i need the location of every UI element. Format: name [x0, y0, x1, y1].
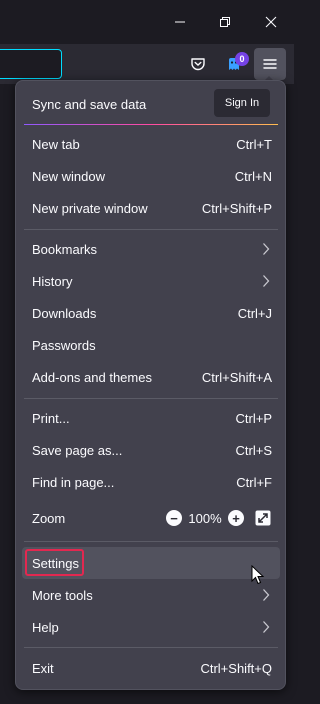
menu-item-print[interactable]: Print... Ctrl+P	[22, 402, 280, 434]
menu-item-label: Downloads	[32, 305, 97, 321]
zoom-reset-button[interactable]: 100%	[182, 511, 228, 526]
zoom-label: Zoom	[32, 510, 66, 526]
navigation-toolbar: 0	[0, 44, 294, 84]
chevron-right-icon	[263, 589, 270, 601]
menu-item-history[interactable]: History	[22, 265, 280, 297]
menu-item-new-private-window[interactable]: New private window Ctrl+Shift+P	[22, 192, 280, 224]
extension-badge: 0	[235, 52, 249, 66]
menu-item-downloads[interactable]: Downloads Ctrl+J	[22, 297, 280, 329]
title-bar	[0, 0, 294, 44]
menu-item-label: Save page as...	[32, 442, 123, 458]
menu-item-shortcut: Ctrl+F	[236, 474, 272, 490]
menu-item-find-in-page[interactable]: Find in page... Ctrl+F	[22, 466, 280, 498]
restore-icon	[220, 17, 230, 27]
chevron-right-icon	[263, 621, 270, 633]
menu-item-help[interactable]: Help	[22, 611, 280, 643]
sync-divider	[24, 124, 278, 125]
menu-item-shortcut: Ctrl+N	[234, 168, 272, 184]
menu-item-label: Bookmarks	[32, 241, 98, 257]
zoom-controls: − 100% +	[166, 506, 272, 530]
minimize-icon	[175, 21, 185, 23]
menu-item-new-tab[interactable]: New tab Ctrl+T	[22, 128, 280, 160]
menu-item-shortcut: Ctrl+J	[237, 305, 272, 321]
menu-item-new-window[interactable]: New window Ctrl+N	[22, 160, 280, 192]
menu-item-label: History	[32, 273, 73, 289]
sign-in-button[interactable]: Sign In	[214, 89, 270, 117]
sync-label: Sync and save data	[32, 96, 147, 112]
menu-item-label: Exit	[32, 660, 54, 676]
menu-item-shortcut: Ctrl+P	[235, 410, 272, 426]
minimize-button[interactable]	[157, 0, 203, 44]
restore-button[interactable]	[202, 0, 248, 44]
menu-item-exit[interactable]: Exit Ctrl+Shift+Q	[22, 652, 280, 684]
hamburger-menu-icon	[263, 59, 277, 69]
menu-item-label: Passwords	[32, 337, 96, 353]
menu-item-label: New private window	[32, 200, 148, 216]
menu-separator	[24, 647, 278, 648]
menu-item-zoom: Zoom − 100% +	[22, 502, 280, 534]
mouse-cursor-icon	[251, 565, 265, 585]
menu-item-label: Add-ons and themes	[32, 369, 152, 385]
chevron-right-icon	[263, 243, 270, 255]
chevron-right-icon	[263, 275, 270, 287]
settings-highlight-outline	[25, 549, 84, 576]
menu-item-label: New tab	[32, 136, 80, 152]
close-icon	[265, 16, 277, 28]
menu-item-label: Help	[32, 619, 59, 635]
menu-item-addons-themes[interactable]: Add-ons and themes Ctrl+Shift+A	[22, 361, 280, 393]
menu-item-passwords[interactable]: Passwords	[22, 329, 280, 361]
menu-item-more-tools[interactable]: More tools	[22, 579, 280, 611]
sync-row: Sync and save data Sign In	[16, 87, 285, 121]
menu-item-shortcut: Ctrl+T	[236, 136, 272, 152]
app-menu-panel: Sync and save data Sign In New tab Ctrl+…	[15, 80, 286, 690]
zoom-in-button[interactable]: +	[228, 510, 244, 526]
menu-item-shortcut: Ctrl+Shift+Q	[200, 660, 272, 676]
zoom-out-button[interactable]: −	[166, 510, 182, 526]
fullscreen-button[interactable]	[254, 509, 272, 527]
menu-separator	[24, 229, 278, 230]
pocket-button[interactable]	[182, 48, 214, 80]
fullscreen-icon	[255, 510, 271, 526]
menu-item-label: New window	[32, 168, 105, 184]
menu-item-shortcut: Ctrl+Shift+A	[201, 369, 272, 385]
menu-item-label: Find in page...	[32, 474, 115, 490]
menu-separator	[24, 541, 278, 542]
menu-separator	[24, 398, 278, 399]
menu-item-label: More tools	[32, 587, 93, 603]
close-button[interactable]	[248, 0, 294, 44]
menu-item-label: Print...	[32, 410, 70, 426]
menu-item-shortcut: Ctrl+Shift+P	[201, 200, 272, 216]
url-bar[interactable]	[0, 49, 62, 79]
extension-button[interactable]: 0	[218, 48, 250, 80]
menu-item-shortcut: Ctrl+S	[235, 442, 272, 458]
pocket-icon	[191, 58, 205, 71]
menu-item-bookmarks[interactable]: Bookmarks	[22, 233, 280, 265]
menu-item-save-page-as[interactable]: Save page as... Ctrl+S	[22, 434, 280, 466]
